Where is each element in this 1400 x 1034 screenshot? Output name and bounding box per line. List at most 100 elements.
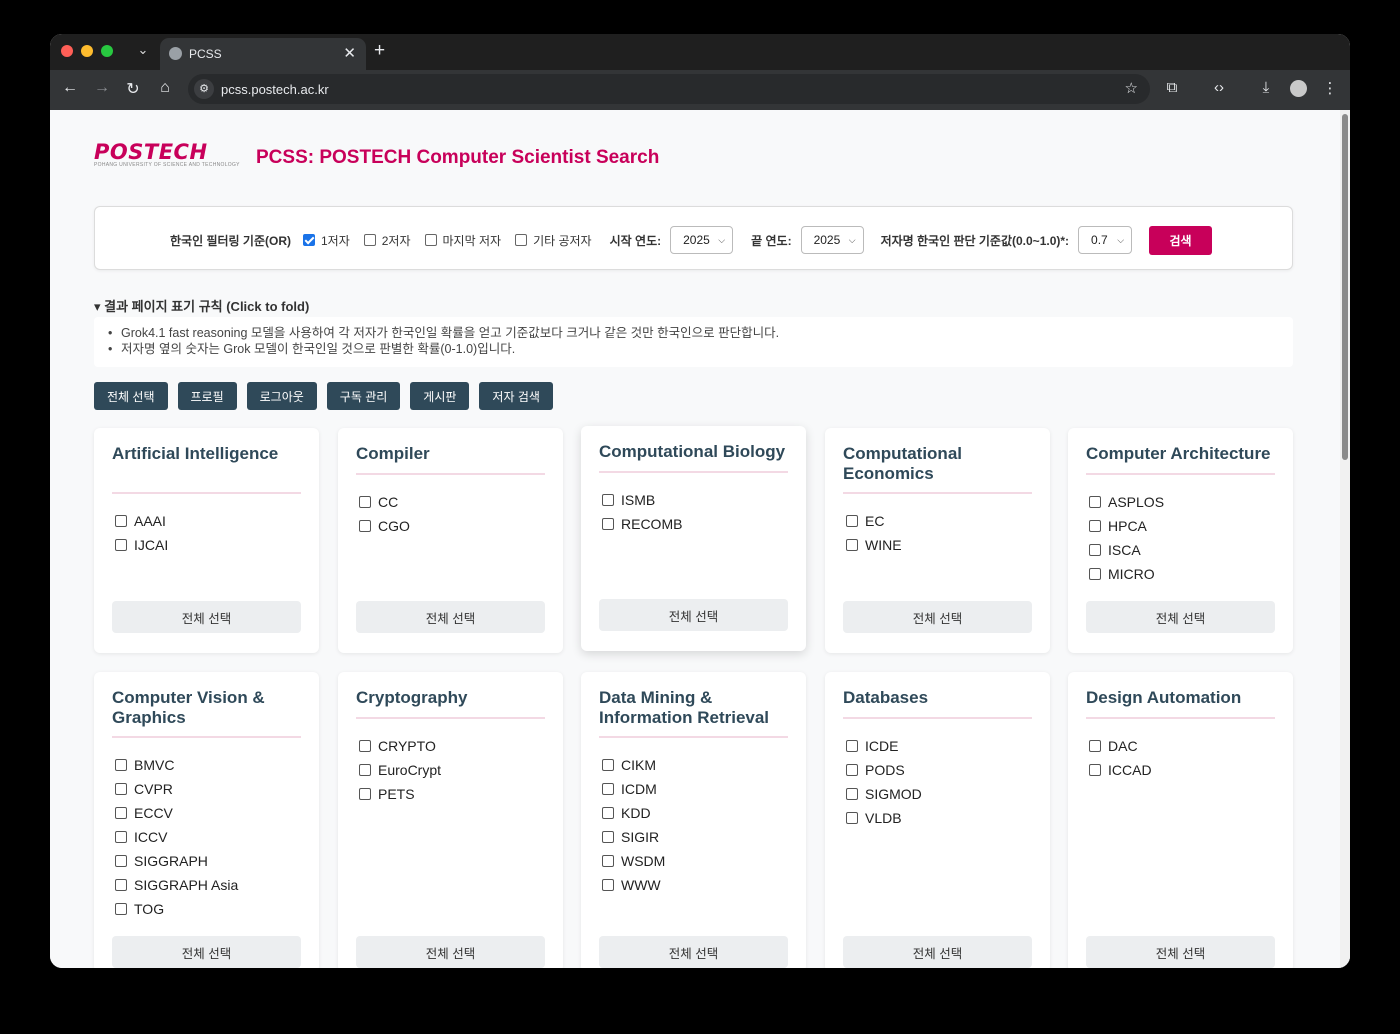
venue-option-cgo[interactable]: CGO [359,514,410,538]
venue-checkbox[interactable] [1089,496,1101,508]
action-button[interactable]: 프로필 [177,382,237,410]
select-all-button[interactable]: 전체 선택 [112,601,301,633]
venue-checkbox[interactable] [846,515,858,527]
venue-option-vldb[interactable]: VLDB [846,806,922,830]
end-year-select[interactable]: 2025 ⌵ [800,226,864,254]
venue-checkbox[interactable] [1089,568,1101,580]
venue-option-icdm[interactable]: ICDM [602,777,665,801]
select-all-button[interactable]: 전체 선택 [843,936,1032,968]
venue-checkbox[interactable] [602,759,614,771]
reload-icon[interactable]: ↻ [123,79,143,99]
venue-checkbox[interactable] [115,879,127,891]
bookmark-star-icon[interactable]: ☆ [1125,79,1138,97]
venue-checkbox[interactable] [602,807,614,819]
venue-option-wsdm[interactable]: WSDM [602,849,665,873]
address-bar[interactable]: ⚙ pcss.postech.ac.kr ☆ [188,74,1150,104]
venue-checkbox[interactable] [359,764,371,776]
venue-option-cikm[interactable]: CIKM [602,753,665,777]
venue-checkbox[interactable] [1089,544,1101,556]
venue-checkbox[interactable] [846,788,858,800]
chevron-down-icon[interactable]: ⌄ [134,42,152,58]
venue-option-eccv[interactable]: ECCV [115,801,238,825]
url-text[interactable]: pcss.postech.ac.kr [221,82,329,97]
select-all-button[interactable]: 전체 선택 [599,599,788,631]
maximize-window-button[interactable] [101,45,113,57]
venue-checkbox[interactable] [115,515,127,527]
action-button[interactable]: 구독 관리 [326,382,401,410]
search-button[interactable]: 검색 [1149,225,1213,255]
venue-checkbox[interactable] [602,783,614,795]
venue-option-iccv[interactable]: ICCV [115,825,238,849]
venue-option-pods[interactable]: PODS [846,758,922,782]
venue-option-micro[interactable]: MICRO [1089,562,1164,586]
extensions-icon[interactable]: ⧉ [1162,79,1182,96]
select-all-button[interactable]: 전체 선택 [112,936,301,968]
select-all-button[interactable]: 전체 선택 [1086,601,1275,633]
venue-checkbox[interactable] [602,855,614,867]
author-filter-option[interactable]: 마지막 저자 [424,232,501,249]
home-icon[interactable]: ⌂ [155,79,175,97]
more-menu-icon[interactable]: ⋮ [1320,79,1340,97]
venue-option-dac[interactable]: DAC [1089,734,1152,758]
select-all-button[interactable]: 전체 선택 [356,936,545,968]
action-button[interactable]: 전체 선택 [94,382,168,410]
venue-checkbox[interactable] [115,759,127,771]
postech-logo[interactable]: POSTECH POHANG UNIVERSITY OF SCIENCE AND… [94,142,240,169]
select-all-button[interactable]: 전체 선택 [843,601,1032,633]
author-filter-checkbox[interactable] [363,234,376,246]
venue-checkbox[interactable] [846,539,858,551]
scrollbar[interactable] [1340,110,1350,968]
forward-arrow-icon[interactable]: → [92,79,112,97]
venue-checkbox[interactable] [1089,740,1101,752]
venue-option-ijcai[interactable]: IJCAI [115,533,168,557]
venue-checkbox[interactable] [602,879,614,891]
venue-checkbox[interactable] [359,788,371,800]
venue-checkbox[interactable] [846,740,858,752]
new-tab-button[interactable]: + [374,40,385,62]
author-filter-option[interactable]: 2저자 [363,232,411,249]
venue-option-recomb[interactable]: RECOMB [602,512,682,536]
venue-option-aaai[interactable]: AAAI [115,509,168,533]
author-filter-checkbox[interactable] [302,234,315,246]
venue-option-pets[interactable]: PETS [359,782,441,806]
venue-option-wine[interactable]: WINE [846,533,902,557]
select-all-button[interactable]: 전체 선택 [1086,936,1275,968]
venue-option-cvpr[interactable]: CVPR [115,777,238,801]
venue-checkbox[interactable] [115,855,127,867]
venue-option-sigir[interactable]: SIGIR [602,825,665,849]
rules-toggle[interactable]: ▾ 결과 페이지 표기 규칙 (Click to fold) [94,296,309,315]
start-year-select[interactable]: 2025 ⌵ [670,226,734,254]
venue-option-icde[interactable]: ICDE [846,734,922,758]
venue-option-sigmod[interactable]: SIGMOD [846,782,922,806]
venue-option-www[interactable]: WWW [602,873,665,897]
venue-option-isca[interactable]: ISCA [1089,538,1164,562]
author-filter-checkbox[interactable] [515,234,528,246]
venue-checkbox[interactable] [115,903,127,915]
venue-checkbox[interactable] [1089,764,1101,776]
venue-option-asplos[interactable]: ASPLOS [1089,490,1164,514]
action-button[interactable]: 게시판 [410,382,470,410]
author-filter-checkbox[interactable] [424,234,437,246]
venue-option-cc[interactable]: CC [359,490,410,514]
venue-checkbox[interactable] [846,812,858,824]
close-window-button[interactable] [61,45,73,57]
venue-option-ismb[interactable]: ISMB [602,488,682,512]
venue-option-crypto[interactable]: CRYPTO [359,734,441,758]
select-all-button[interactable]: 전체 선택 [356,601,545,633]
venue-option-kdd[interactable]: KDD [602,801,665,825]
venue-checkbox[interactable] [602,518,614,530]
action-button[interactable]: 로그아웃 [246,382,317,410]
venue-checkbox[interactable] [602,494,614,506]
venue-option-siggraph[interactable]: SIGGRAPH [115,849,238,873]
browser-tab[interactable]: PCSS ✕ [160,38,366,70]
back-arrow-icon[interactable]: ← [60,79,80,97]
venue-option-bmvc[interactable]: BMVC [115,753,238,777]
venue-checkbox[interactable] [115,783,127,795]
venue-option-eurocrypt[interactable]: EuroCrypt [359,758,441,782]
author-filter-option[interactable]: 1저자 [302,232,350,249]
select-all-button[interactable]: 전체 선택 [599,936,788,968]
venue-checkbox[interactable] [602,831,614,843]
venue-checkbox[interactable] [359,520,371,532]
site-settings-icon[interactable]: ⚙ [194,79,214,99]
venue-option-ec[interactable]: EC [846,509,902,533]
